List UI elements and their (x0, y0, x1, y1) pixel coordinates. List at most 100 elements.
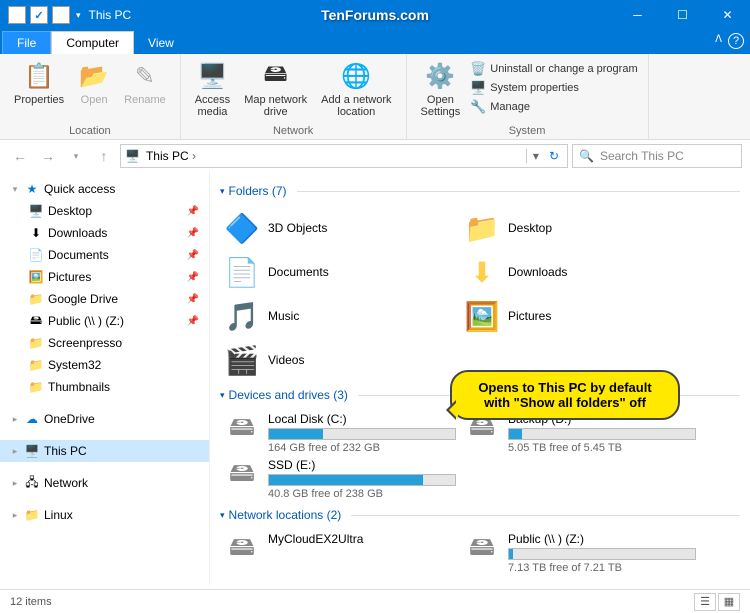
group-folders-header[interactable]: ▾ Folders (7) (220, 184, 740, 198)
map-drive-icon: 🖴 (260, 60, 292, 92)
status-bar: 12 items ☰ ▦ (0, 589, 750, 613)
drive-icon: 🖴 (224, 412, 260, 448)
folder-item[interactable]: 🖼️Pictures (460, 294, 700, 338)
chevron-down-icon[interactable]: ▾ (10, 184, 20, 195)
uninstall-button[interactable]: 🗑️Uninstall or change a program (468, 60, 639, 78)
add-location-icon: 🌐 (340, 60, 372, 92)
item-label: Downloads (48, 226, 107, 240)
folder-label: Music (268, 309, 299, 323)
network-locations-grid: 🖴MyCloudEX2Ultra🖴Public (\\ ) (Z:)7.13 T… (220, 530, 740, 576)
ribbon-group-location: 📋 Properties 📂 Open ✎ Rename Location (0, 54, 181, 139)
rename-button[interactable]: ✎ Rename (118, 58, 172, 108)
tree-item[interactable]: 📁Screenpresso (0, 332, 209, 354)
item-icon: 📄 (28, 248, 44, 262)
item-label: Pictures (48, 270, 91, 284)
pin-icon: 📌 (187, 250, 199, 261)
manage-button[interactable]: 🔧Manage (468, 98, 639, 116)
maximize-button[interactable]: ☐ (660, 0, 705, 30)
chevron-down-icon[interactable]: ▾ (220, 390, 225, 401)
folder-item[interactable]: 🎬Videos (220, 338, 460, 382)
manage-icon: 🔧 (470, 99, 486, 115)
qat-icon-2[interactable]: ✓ (30, 6, 48, 24)
network-item[interactable]: 🖴Public (\\ ) (Z:)7.13 TB free of 7.21 T… (460, 530, 700, 576)
properties-button[interactable]: 📋 Properties (8, 58, 70, 108)
item-icon: 📁 (28, 292, 44, 306)
capacity-bar (268, 428, 456, 440)
drive-item[interactable]: 🖴SSD (E:)40.8 GB free of 238 GB (220, 456, 460, 502)
back-button[interactable]: ← (8, 144, 32, 168)
uninstall-icon: 🗑️ (470, 61, 486, 77)
minimize-button[interactable]: ─ (615, 0, 660, 30)
ribbon-tabs: File Computer View ᐱ ? (0, 30, 750, 54)
qat-icon-3[interactable] (52, 6, 70, 24)
folder-label: 3D Objects (268, 221, 327, 235)
add-network-location-button[interactable]: 🌐 Add a network location (315, 58, 397, 120)
tree-item[interactable]: 📁Thumbnails (0, 376, 209, 398)
qat-overflow[interactable]: ▾ (76, 10, 81, 21)
collapse-ribbon-icon[interactable]: ᐱ (715, 34, 722, 45)
folder-item[interactable]: 📄Documents (220, 250, 460, 294)
tree-item[interactable]: 🖴Public (\\ ) (Z:)📌 (0, 310, 209, 332)
up-button[interactable]: ↑ (92, 144, 116, 168)
chevron-down-icon[interactable]: ▾ (220, 510, 225, 521)
tree-item[interactable]: 📁Google Drive📌 (0, 288, 209, 310)
item-icon: ⬇ (28, 226, 44, 240)
tab-computer[interactable]: Computer (51, 31, 134, 54)
settings-icon: ⚙️ (424, 60, 456, 92)
chevron-right-icon[interactable]: ▸ (10, 414, 20, 425)
pin-icon: 📌 (187, 316, 199, 327)
forward-button[interactable]: → (36, 144, 60, 168)
drives-grid: 🖴Local Disk (C:)164 GB free of 232 GB🖴Ba… (220, 410, 740, 502)
item-label: System32 (48, 358, 101, 372)
item-icon: 📁 (28, 358, 44, 372)
tab-view[interactable]: View (134, 32, 188, 54)
tree-item[interactable]: 🖼️Pictures📌 (0, 266, 209, 288)
tree-item[interactable]: 📄 Documents 📌 (0, 244, 209, 266)
tree-linux[interactable]: ▸ 📁 Linux (0, 504, 209, 526)
folder-item[interactable]: 📁Desktop (460, 206, 700, 250)
details-view-button[interactable]: ☰ (694, 593, 716, 611)
chevron-right-icon[interactable]: ▸ (10, 478, 20, 489)
tree-network[interactable]: ▸ 🖧 Network (0, 472, 209, 494)
open-button[interactable]: 📂 Open (72, 58, 116, 108)
map-network-drive-button[interactable]: 🖴 Map network drive (238, 58, 313, 120)
system-properties-button[interactable]: 🖥️System properties (468, 79, 639, 97)
tree-item[interactable]: 🖥️Desktop📌 (0, 200, 209, 222)
chevron-right-icon[interactable]: ▸ (10, 510, 20, 521)
help-icon[interactable]: ? (728, 33, 744, 49)
qat-icon-1[interactable] (8, 6, 26, 24)
folder-icon: 🎵 (224, 298, 260, 334)
item-label: Documents (48, 248, 109, 262)
tree-this-pc[interactable]: ▸ 🖥️ This PC (0, 440, 209, 462)
address-bar[interactable]: 🖥️ This PC ▾ ↻ (120, 144, 568, 168)
address-dropdown-icon[interactable]: ▾ (526, 149, 539, 163)
refresh-icon[interactable]: ↻ (545, 149, 563, 163)
drive-item[interactable]: 🖴Local Disk (C:)164 GB free of 232 GB (220, 410, 460, 456)
breadcrumb[interactable]: This PC (146, 149, 196, 163)
folder-item[interactable]: ⬇Downloads (460, 250, 700, 294)
folder-label: Downloads (508, 265, 567, 279)
folder-label: Videos (268, 353, 304, 367)
ribbon-group-system: ⚙️ Open Settings 🗑️Uninstall or change a… (407, 54, 649, 139)
folder-item[interactable]: 🎵 Music (220, 294, 460, 338)
icons-view-button[interactable]: ▦ (718, 593, 740, 611)
item-label: Screenpresso (48, 336, 122, 350)
watermark: TenForums.com (321, 7, 429, 23)
close-button[interactable]: ✕ (705, 0, 750, 30)
access-media-button[interactable]: 🖥️ Access media (189, 58, 236, 120)
tree-onedrive[interactable]: ▸ ☁ OneDrive (0, 408, 209, 430)
group-network-header[interactable]: ▾ Network locations (2) (220, 508, 740, 522)
tree-quick-access[interactable]: ▾ ★ Quick access (0, 178, 209, 200)
tree-item[interactable]: 📁 System32 (0, 354, 209, 376)
net-label: MyCloudEX2Ultra (268, 532, 456, 546)
network-item[interactable]: 🖴MyCloudEX2Ultra (220, 530, 460, 576)
tab-file[interactable]: File (2, 31, 51, 54)
open-settings-button[interactable]: ⚙️ Open Settings (415, 58, 467, 120)
recent-button[interactable]: ▾ (64, 144, 88, 168)
folder-item[interactable]: 🔷3D Objects (220, 206, 460, 250)
chevron-right-icon[interactable]: ▸ (10, 446, 20, 457)
folder-icon: 🖼️ (464, 298, 500, 334)
tree-item[interactable]: ⬇Downloads📌 (0, 222, 209, 244)
chevron-down-icon[interactable]: ▾ (220, 186, 225, 197)
search-input[interactable]: 🔍 Search This PC (572, 144, 742, 168)
